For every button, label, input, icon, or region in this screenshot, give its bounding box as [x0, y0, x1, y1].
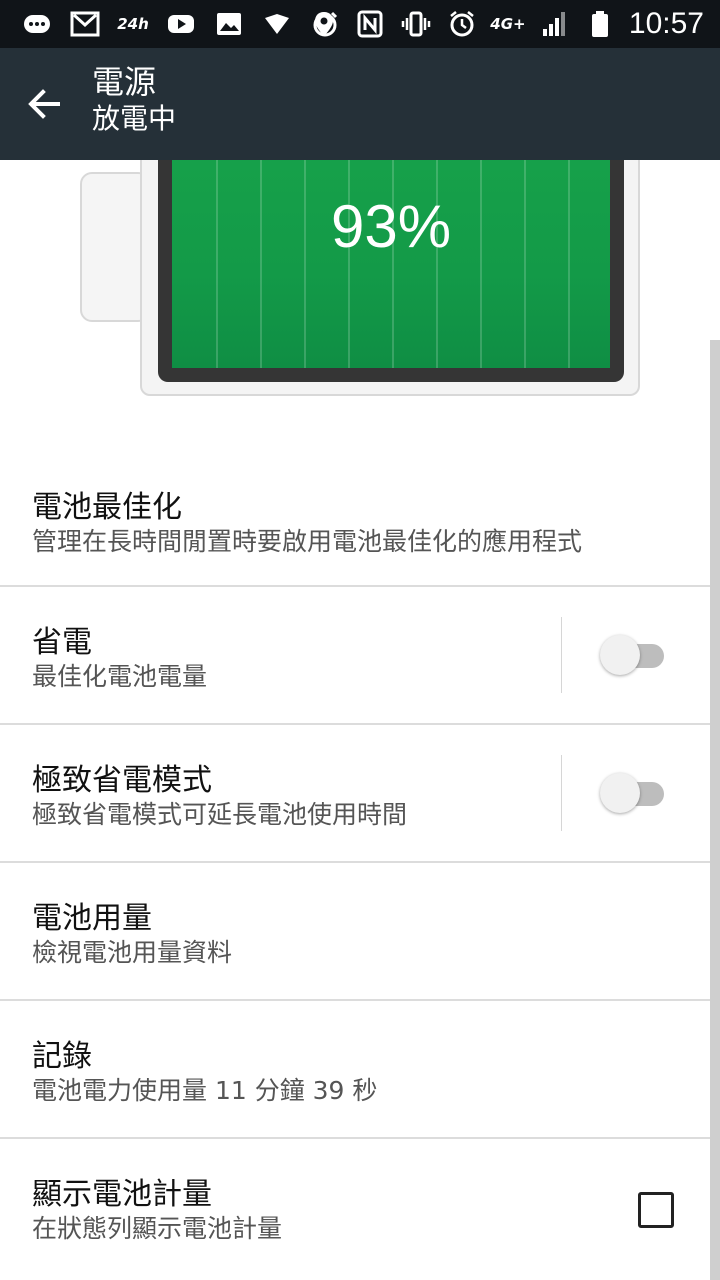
24h-icon: 24h	[117, 15, 149, 33]
alarm-icon	[445, 7, 479, 41]
clock: 10:57	[628, 7, 704, 40]
signal-icon	[537, 7, 571, 41]
setting-summary: 最佳化電池電量	[32, 662, 208, 691]
battery-icon	[583, 7, 617, 41]
page-title: 電源	[92, 63, 157, 101]
setting-summary: 管理在長時間閒置時要啟用電池最佳化的應用程式	[32, 527, 583, 556]
app-bar: 電源 放電中	[0, 48, 720, 160]
setting-summary: 極致省電模式可延長電池使用時間	[32, 800, 408, 829]
setting-title: 電池用量	[32, 901, 152, 936]
setting-extreme-power-saver[interactable]: 極致省電模式 極致省電模式可延長電池使用時間	[0, 725, 710, 861]
back-button[interactable]	[16, 76, 72, 132]
setting-summary: 電池電力使用量 11 分鐘 39 秒	[32, 1076, 378, 1105]
page-subtitle: 放電中	[92, 102, 177, 135]
nfc-icon	[353, 7, 387, 41]
setting-summary: 檢視電池用量資料	[32, 938, 233, 967]
setting-power-saver[interactable]: 省電 最佳化電池電量	[0, 587, 710, 723]
location-icon	[307, 7, 341, 41]
gmail-icon	[68, 7, 102, 41]
status-bar-system: 4G+ 10:57	[307, 0, 704, 48]
toggle-thumb	[600, 773, 640, 813]
shield-icon	[260, 7, 294, 41]
status-bar-notifications: 24h	[20, 0, 342, 48]
4g-icon: 4G+	[490, 15, 526, 33]
setting-battery-optimization[interactable]: 電池最佳化 管理在長時間閒置時要啟用電池最佳化的應用程式	[0, 448, 710, 586]
arrow-back-icon	[28, 89, 60, 119]
setting-battery-usage[interactable]: 電池用量 檢視電池用量資料	[0, 863, 710, 999]
setting-title: 記錄	[32, 1039, 92, 1074]
scrollbar[interactable]	[710, 340, 720, 1280]
youtube-icon	[164, 7, 198, 41]
battery-percentage: 93%	[330, 193, 452, 260]
vertical-separator	[561, 755, 562, 831]
setting-title: 顯示電池計量	[32, 1177, 212, 1212]
setting-title: 極致省電模式	[32, 763, 212, 798]
chat-bubble-icon	[20, 7, 54, 41]
show-battery-meter-checkbox[interactable]	[638, 1192, 674, 1228]
setting-title: 電池最佳化	[32, 490, 182, 525]
vibrate-icon	[399, 7, 433, 41]
setting-title: 省電	[32, 625, 92, 660]
extreme-power-saver-toggle[interactable]	[600, 773, 666, 813]
battery-illustration: 93%	[0, 160, 720, 440]
status-bar: 24h 4G+ 10:57	[0, 0, 720, 48]
battery-level-fill: 93%	[172, 160, 610, 368]
toggle-thumb	[600, 635, 640, 675]
setting-history[interactable]: 記錄 電池電力使用量 11 分鐘 39 秒	[0, 1001, 710, 1137]
setting-summary: 在狀態列顯示電池計量	[32, 1214, 283, 1243]
setting-show-battery-meter[interactable]: 顯示電池計量 在狀態列顯示電池計量	[0, 1139, 710, 1280]
vertical-separator	[561, 617, 562, 693]
gallery-icon	[212, 7, 246, 41]
battery-frame: 93%	[158, 160, 624, 382]
battery-shell: 93%	[140, 160, 640, 396]
power-saver-toggle[interactable]	[600, 635, 666, 675]
